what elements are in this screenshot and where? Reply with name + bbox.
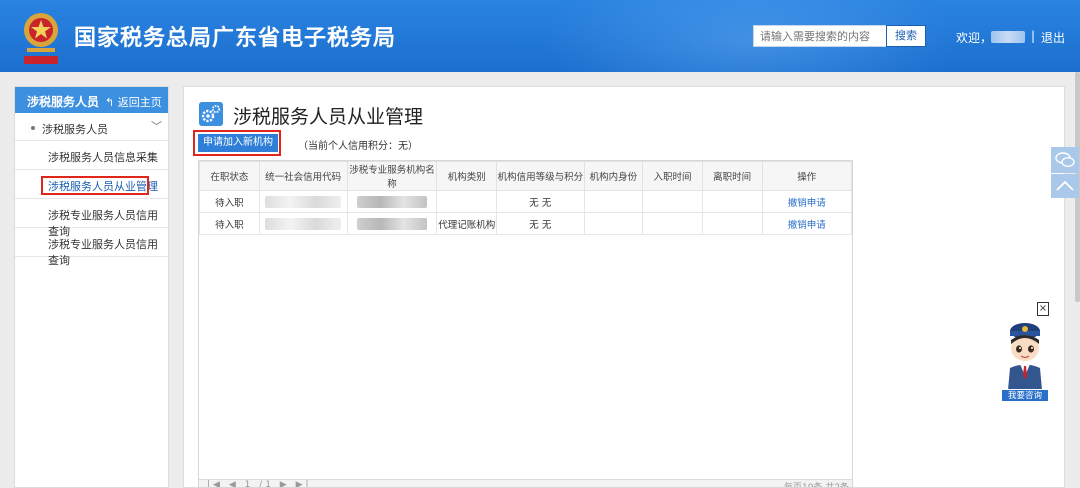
column-header: 入职时间: [642, 161, 703, 191]
sidebar-header: 涉税服务人员 ↰ 返回主页: [15, 87, 168, 113]
sidebar-item-credit-query[interactable]: 涉税专业服务人员信用查询: [15, 199, 168, 238]
blurred-org-name: [357, 195, 427, 208]
credit-code-cell: [258, 190, 348, 213]
bullet-icon: [31, 126, 35, 130]
tax-emblem-icon: [24, 13, 58, 64]
join-date-cell: [642, 212, 703, 235]
user-name-blurred: [991, 31, 1025, 43]
org-table: 在职状态 统一社会信用代码 涉税专业服务机构名称 机构类别 机构信用等级与积分 …: [198, 160, 853, 488]
credit-code-cell: [258, 212, 348, 235]
blurred-credit-code: [265, 217, 342, 230]
page-title: 涉税服务人员从业管理: [233, 106, 424, 128]
column-header: 在职状态: [199, 161, 260, 191]
identity-cell: [583, 212, 644, 235]
close-icon[interactable]: ×: [1037, 302, 1049, 316]
table-pager: |◀ ◀ 1 /1 ▶ ▶| 每页10条 共2条: [199, 479, 852, 488]
table-row: 待入职 无 无 撤销申请: [199, 190, 852, 213]
search-input[interactable]: [753, 25, 887, 47]
gear-icon: [199, 102, 223, 126]
category-cell: [436, 190, 498, 213]
column-header: 离职时间: [701, 161, 763, 191]
leave-date-cell: [701, 212, 763, 235]
join-date-cell: [642, 190, 703, 213]
column-header: 机构信用等级与积分: [496, 161, 585, 191]
org-name-cell: [346, 212, 438, 235]
status-cell: 待入职: [199, 212, 260, 235]
column-header: 操作: [761, 161, 852, 191]
back-to-top-float[interactable]: [1051, 174, 1079, 198]
left-sidebar: 涉税服务人员 ↰ 返回主页 涉税服务人员 ﹀ 涉税服务人员信息采集 涉税服务人员…: [14, 86, 169, 488]
credit-cell: 无 无: [496, 190, 585, 213]
credit-cell: 无 无: [496, 212, 585, 235]
column-header: 机构类别: [436, 161, 498, 191]
identity-cell: [583, 190, 644, 213]
sidebar-group[interactable]: 涉税服务人员 ﹀: [15, 113, 168, 141]
blurred-credit-code: [265, 195, 342, 208]
leave-date-cell: [701, 190, 763, 213]
blurred-org-name: [357, 217, 427, 230]
site-title: 国家税务总局广东省电子税务局: [74, 26, 397, 51]
sidebar-group-label: 涉税服务人员: [42, 123, 108, 136]
welcome-text: 欢迎，: [956, 31, 993, 45]
back-home-label: 返回主页: [117, 96, 162, 109]
back-arrow-icon: ↰: [105, 96, 118, 109]
highlight-box-sidebar: [41, 176, 149, 195]
org-name-cell: [346, 190, 438, 213]
sidebar-item-info-collection[interactable]: 涉税服务人员信息采集: [15, 141, 168, 170]
category-cell: 代理记账机构: [436, 212, 498, 235]
sidebar-item-credit-query-2[interactable]: 涉税专业服务人员信用查询: [15, 228, 168, 267]
table-header-row: 在职状态 统一社会信用代码 涉税专业服务机构名称 机构类别 机构信用等级与积分 …: [199, 161, 852, 191]
search-button[interactable]: 搜索: [886, 25, 926, 47]
consult-button[interactable]: 我要咨询: [1001, 389, 1049, 402]
column-header: 统一社会信用代码: [258, 161, 348, 191]
highlight-box-apply: [193, 130, 281, 156]
pager-summary: 每页10条 共2条: [784, 483, 850, 488]
table-row: 待入职 代理记账机构 无 无 撤销申请: [199, 212, 852, 235]
back-home-link[interactable]: ↰ 返回主页: [105, 94, 162, 110]
column-header: 涉税专业服务机构名称: [346, 161, 438, 191]
sidebar-title: 涉税服务人员: [27, 95, 100, 109]
pager-controls[interactable]: |◀ ◀ 1 /1 ▶ ▶|: [207, 480, 312, 487]
sidebar-item-label: 涉税专业服务人员信用查询: [48, 238, 158, 267]
sidebar-item-label: 涉税服务人员信息采集: [48, 151, 158, 164]
chevron-up-icon: [1056, 180, 1074, 191]
header-separator: |: [1031, 29, 1036, 43]
chat-bubble-icon: [1055, 152, 1075, 168]
revoke-application-link[interactable]: 撤销申请: [761, 190, 852, 213]
credit-score-note: （当前个人信用积分：无）: [298, 141, 418, 152]
logout-link[interactable]: 退出: [1041, 29, 1065, 46]
chat-bubble-float[interactable]: [1051, 147, 1079, 173]
chevron-down-icon: ﹀: [151, 120, 162, 133]
revoke-application-link[interactable]: 撤销申请: [761, 212, 852, 235]
status-cell: 待入职: [199, 190, 260, 213]
tax-officer-mascot-icon: [1008, 323, 1042, 390]
column-header: 机构内身份: [583, 161, 644, 191]
